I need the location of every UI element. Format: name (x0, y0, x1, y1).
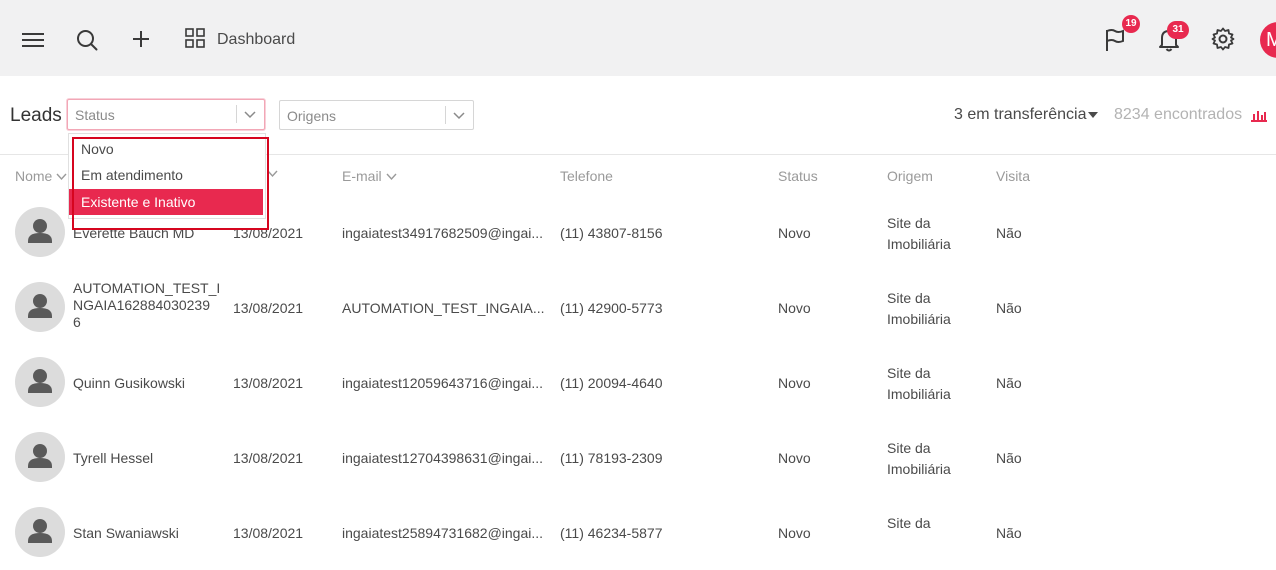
table-row[interactable]: AUTOMATION_TEST_I NGAIA162884030239 6 13/… (0, 270, 1276, 345)
lead-visita: Não (996, 375, 1022, 391)
menu-icon[interactable] (22, 31, 44, 49)
lead-date: 13/08/2021 (233, 300, 304, 316)
lead-avatar-icon (15, 357, 65, 407)
lead-date: 13/08/2021 (233, 375, 304, 391)
status-option-existente-e-inativo[interactable]: Existente e Inativo (69, 189, 263, 215)
transfer-dropdown[interactable]: 3 em transferência (954, 106, 1087, 124)
chevron-down-icon[interactable] (386, 173, 397, 181)
status-option-novo[interactable]: Novo (69, 136, 263, 162)
column-header-origem: Origem (887, 168, 933, 184)
notification-badge: 31 (1167, 21, 1189, 39)
lead-date: 13/08/2021 (233, 225, 304, 241)
flag-badge: 19 (1122, 15, 1140, 33)
lead-avatar-icon (15, 207, 65, 257)
lead-phone: (11) 42900-5773 (560, 300, 663, 316)
gear-icon[interactable] (1211, 27, 1235, 51)
column-header-email[interactable]: E-mail (342, 168, 397, 184)
lead-status: Novo (778, 300, 811, 316)
lead-phone: (11) 78193-2309 (560, 450, 663, 466)
lead-origem-line2: Imobiliária (887, 236, 951, 252)
lead-visita: Não (996, 225, 1022, 241)
lead-phone: (11) 46234-5877 (560, 525, 663, 541)
lead-email: ingaiatest12059643716@ingai... (342, 375, 544, 391)
lead-avatar-icon (15, 282, 65, 332)
lead-avatar-icon (15, 507, 65, 557)
lead-status: Novo (778, 375, 811, 391)
lead-visita: Não (996, 525, 1022, 541)
plus-icon[interactable] (132, 30, 150, 48)
lead-phone: (11) 43807-8156 (560, 225, 663, 241)
flag-icon[interactable] (1104, 28, 1126, 52)
lead-status: Novo (778, 225, 811, 241)
status-placeholder: Status (75, 107, 115, 123)
select-separator (445, 106, 446, 124)
search-icon[interactable] (76, 29, 98, 51)
dashboard-grid-icon[interactable] (185, 28, 205, 48)
column-header-nome[interactable]: Nome (15, 168, 67, 184)
select-separator (236, 105, 237, 123)
bar-chart-icon[interactable] (1251, 109, 1267, 122)
table-row[interactable]: Stan Swaniawski 13/08/2021 ingaiatest25894… (0, 495, 1276, 570)
lead-email: AUTOMATION_TEST_INGAIA... (342, 300, 545, 316)
lead-name: Everette Bauch MD (73, 225, 195, 241)
lead-name: AUTOMATION_TEST_I NGAIA162884030239 6 (73, 280, 221, 330)
lead-name: Tyrell Hessel (73, 450, 154, 466)
table-row[interactable]: Tyrell Hessel 13/08/2021 ingaiatest1270439… (0, 420, 1276, 495)
status-dropdown-menu: Novo Em atendimento Existente e Inativo (68, 133, 266, 219)
column-header-telefone: Telefone (560, 168, 613, 184)
dashboard-link[interactable]: Dashboard (217, 31, 295, 49)
lead-email: ingaiatest25894731682@ingai... (342, 525, 544, 541)
lead-origem-line1: Site da (887, 215, 931, 231)
lead-origem-line1: Site da (887, 515, 931, 531)
lead-origem-line1: Site da (887, 365, 931, 381)
lead-name: Quinn Gusikowski (73, 375, 186, 391)
lead-visita: Não (996, 300, 1022, 316)
lead-origem-line2: Imobiliária (887, 311, 951, 327)
lead-origem-line2: Imobiliária (887, 386, 951, 402)
caret-down-icon[interactable] (1088, 112, 1098, 118)
chevron-down-icon[interactable] (244, 108, 256, 120)
lead-avatar-icon (15, 432, 65, 482)
lead-phone: (11) 20094-4640 (560, 375, 663, 391)
origens-placeholder: Origens (287, 108, 337, 124)
origens-select[interactable]: Origens (279, 100, 474, 130)
lead-email: ingaiatest12704398631@ingai... (342, 450, 544, 466)
lead-status: Novo (778, 450, 811, 466)
chevron-down-icon[interactable] (56, 173, 67, 181)
lead-status: Novo (778, 525, 811, 541)
lead-date: 13/08/2021 (233, 525, 304, 541)
lead-date: 13/08/2021 (233, 450, 304, 466)
lead-email: ingaiatest34917682509@ingai... (342, 225, 544, 241)
lead-origem-line1: Site da (887, 440, 931, 456)
column-header-visita: Visita (996, 168, 1030, 184)
page-title: Leads (10, 105, 62, 126)
table-row[interactable]: Quinn Gusikowski 13/08/2021 ingaiatest1205… (0, 345, 1276, 420)
chevron-down-icon[interactable] (267, 170, 278, 178)
lead-origem-line1: Site da (887, 290, 931, 306)
results-count: 8234 encontrados (1114, 106, 1243, 123)
status-select[interactable]: Status (67, 99, 265, 130)
lead-visita: Não (996, 450, 1022, 466)
status-option-em-atendimento[interactable]: Em atendimento (69, 162, 263, 188)
lead-origem-line2: Imobiliária (887, 461, 951, 477)
lead-name: Stan Swaniawski (73, 525, 179, 541)
column-header-status: Status (778, 168, 818, 184)
chevron-down-icon[interactable] (453, 109, 465, 121)
